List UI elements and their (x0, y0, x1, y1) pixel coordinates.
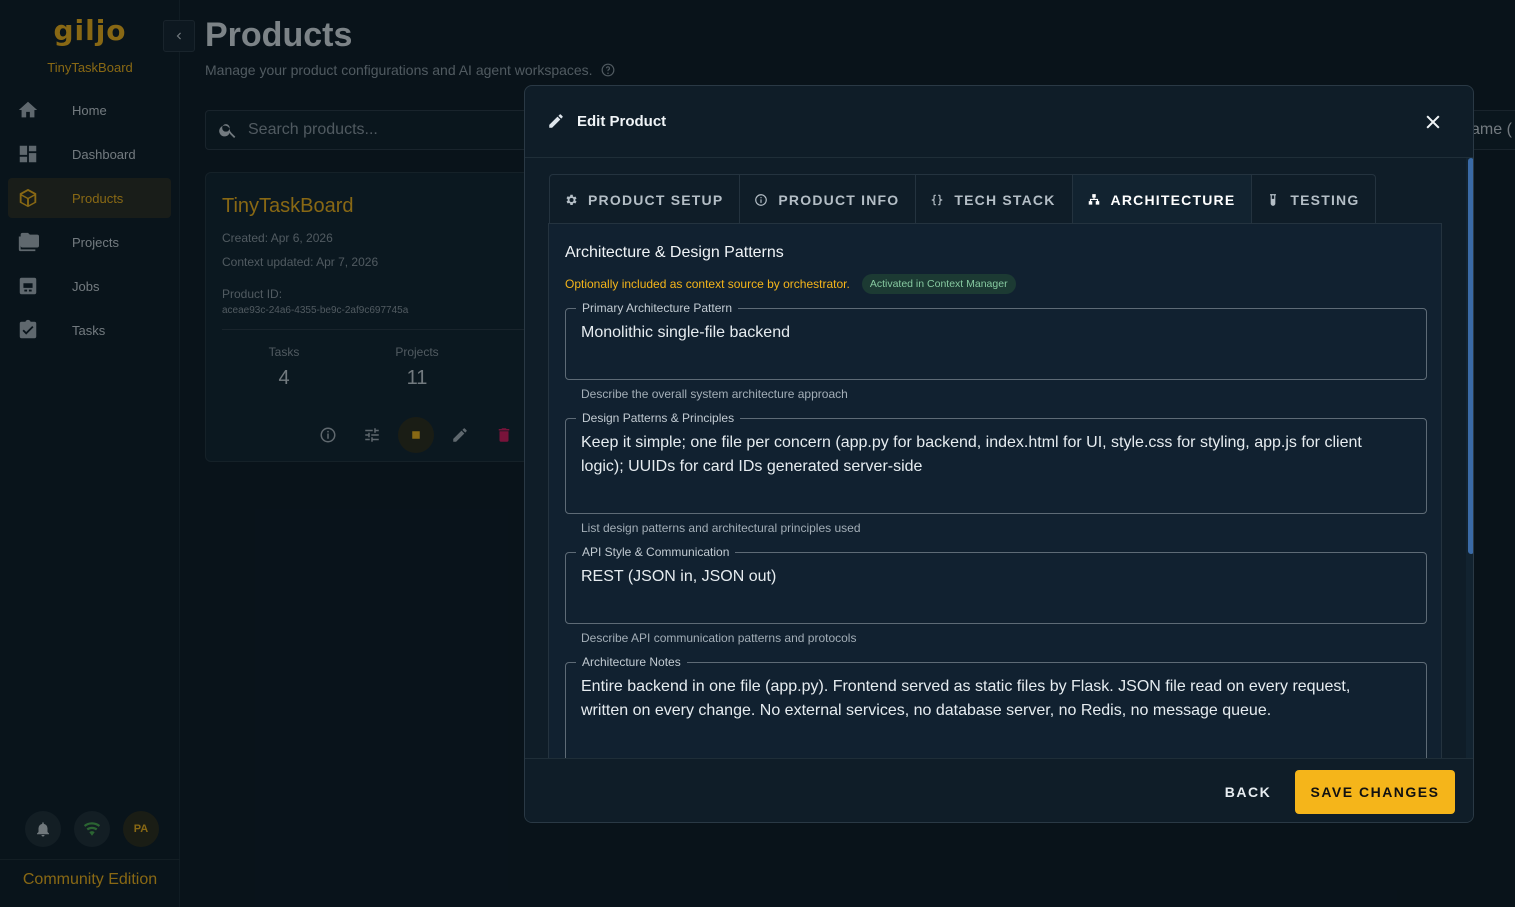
scrollbar[interactable] (1466, 158, 1473, 758)
primary-architecture-field[interactable]: Primary Architecture Pattern Monolithic … (565, 301, 1427, 380)
dialog-body[interactable]: PRODUCT SETUP PRODUCT INFO TECH STACK AR… (525, 158, 1473, 758)
tab-architecture[interactable]: ARCHITECTURE (1072, 175, 1253, 224)
tab-product-info[interactable]: PRODUCT INFO (740, 175, 917, 224)
field-value[interactable]: Entire backend in one file (app.py). Fro… (581, 675, 1396, 723)
field-value[interactable]: Monolithic single-file backend (581, 321, 1396, 345)
tab-label: TECH STACK (954, 191, 1056, 208)
edit-product-dialog: Edit Product PRODUCT SETUP PRODUCT INFO … (524, 85, 1474, 823)
section-title: Architecture & Design Patterns (565, 244, 784, 261)
tab-bar: PRODUCT SETUP PRODUCT INFO TECH STACK AR… (549, 174, 1377, 224)
gear-icon (566, 194, 577, 205)
field-label: Primary Architecture Pattern (576, 301, 739, 315)
section-note-text: Optionally included as context source by… (565, 277, 850, 291)
dialog-footer: BACK SAVE CHANGES (525, 758, 1473, 822)
pencil-icon (549, 114, 563, 128)
tab-testing[interactable]: TESTING (1252, 175, 1375, 224)
dialog-title: Edit Product (577, 113, 667, 130)
section-note: Optionally included as context source by… (565, 274, 1016, 294)
save-changes-button[interactable]: SAVE CHANGES (1295, 770, 1455, 814)
info-icon (755, 193, 768, 206)
api-style-field[interactable]: API Style & Communication REST (JSON in,… (565, 545, 1427, 624)
tab-tech-stack[interactable]: TECH STACK (916, 175, 1073, 224)
test-tube-icon (1270, 193, 1277, 206)
tab-label: ARCHITECTURE (1110, 191, 1236, 208)
tab-label: PRODUCT SETUP (588, 191, 724, 208)
field-hint: Describe API communication patterns and … (581, 631, 857, 645)
braces-icon (932, 194, 943, 205)
architecture-notes-field[interactable]: Architecture Notes Entire backend in one… (565, 655, 1427, 758)
scrollbar-thumb[interactable] (1468, 158, 1473, 554)
status-badge: Activated in Context Manager (861, 274, 1016, 294)
field-value[interactable]: Keep it simple; one file per concern (ap… (581, 431, 1396, 479)
field-label: API Style & Communication (576, 545, 736, 559)
tab-label: PRODUCT INFO (778, 191, 900, 208)
field-value[interactable]: REST (JSON in, JSON out) (581, 565, 1396, 589)
tab-product-setup[interactable]: PRODUCT SETUP (550, 175, 741, 224)
field-label: Design Patterns & Principles (576, 411, 741, 425)
field-hint: List design patterns and architectural p… (581, 521, 861, 535)
close-button[interactable] (1421, 110, 1445, 134)
sitemap-icon (1088, 193, 1099, 205)
architecture-panel: Architecture & Design Patterns Optionall… (548, 223, 1442, 758)
tab-label: TESTING (1290, 191, 1360, 208)
design-patterns-field[interactable]: Design Patterns & Principles Keep it sim… (565, 411, 1427, 514)
close-icon (1426, 115, 1440, 129)
dialog-header: Edit Product (525, 86, 1473, 158)
field-label: Architecture Notes (576, 655, 687, 669)
field-hint: Describe the overall system architecture… (581, 387, 848, 401)
back-button[interactable]: BACK (1211, 771, 1285, 813)
